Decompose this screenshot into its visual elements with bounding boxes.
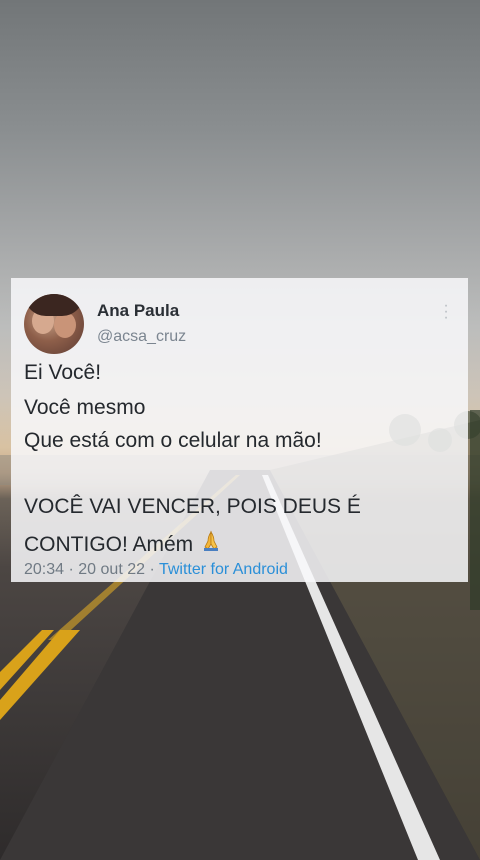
- tweet-text-line-3: Que está com o celular na mão!: [24, 429, 322, 452]
- tweet-meta: 20:34 · 20 out 22 · Twitter for Android: [24, 561, 288, 579]
- meta-separator-2: ·: [149, 561, 155, 578]
- meta-separator-1: ·: [68, 561, 74, 578]
- tweet-source[interactable]: Twitter for Android: [159, 561, 288, 578]
- tweet-text-line-5-text: CONTIGO! Amém: [24, 533, 194, 556]
- praying-hands-icon: [199, 529, 223, 559]
- tweet-text-line-5: CONTIGO! Amém: [24, 529, 223, 559]
- avatar[interactable]: [24, 294, 84, 354]
- tweet-text-line-1: Ei Você!: [24, 361, 102, 384]
- tweet-date[interactable]: 20 out 22: [78, 561, 145, 578]
- tweet-time[interactable]: 20:34: [24, 561, 64, 578]
- tweet-text-line-4: VOCÊ VAI VENCER, POIS DEUS É: [24, 495, 361, 518]
- author-name[interactable]: Ana Paula: [97, 301, 179, 321]
- tweet-text-line-2: Você mesmo: [24, 396, 146, 419]
- author-handle[interactable]: @acsa_cruz: [97, 328, 186, 346]
- more-icon[interactable]: · · ·: [440, 298, 452, 326]
